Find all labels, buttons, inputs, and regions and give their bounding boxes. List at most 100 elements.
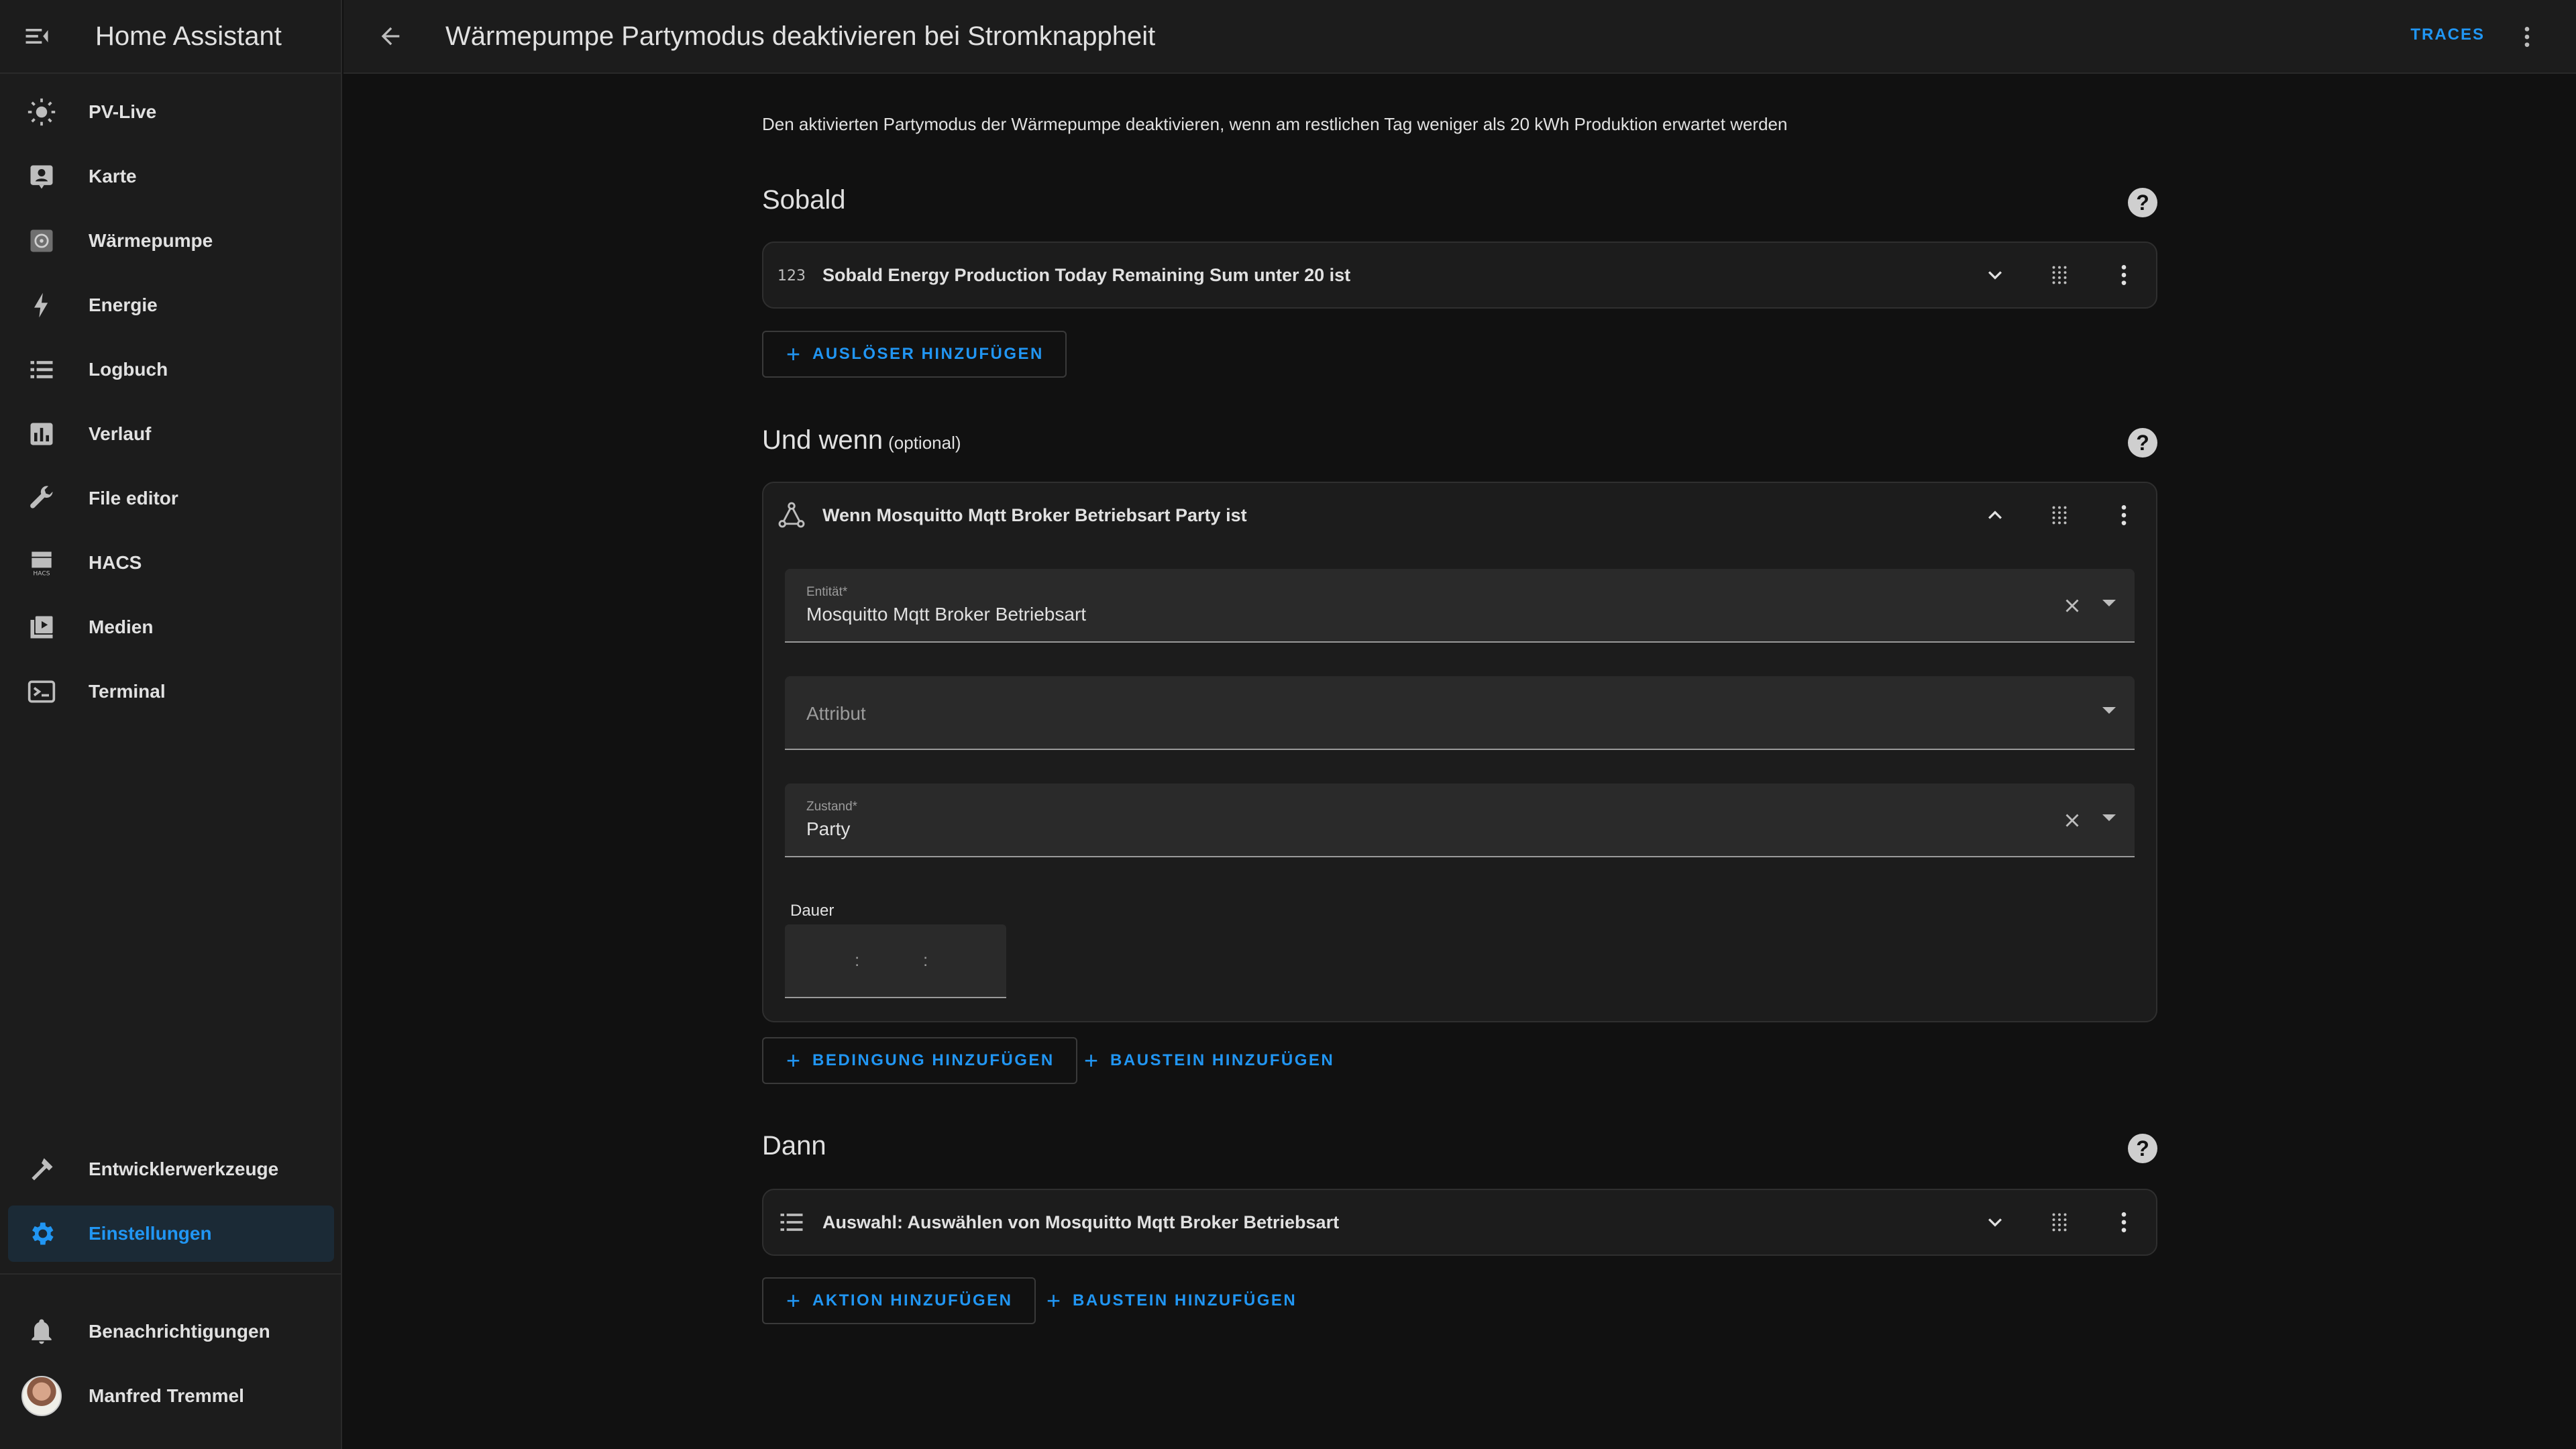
arrow-left-icon bbox=[381, 27, 400, 46]
sidebar-item-waermepumpe[interactable]: Wärmepumpe bbox=[8, 213, 334, 269]
wrench-icon bbox=[30, 486, 53, 508]
drag-handle[interactable] bbox=[2043, 1206, 2076, 1238]
section-title-actions: Dann bbox=[762, 1131, 826, 1161]
expand-button[interactable] bbox=[1979, 259, 2011, 291]
duration-label: Dauer bbox=[790, 902, 835, 920]
sidebar-item-verlauf[interactable]: Verlauf bbox=[8, 406, 334, 462]
sidebar-item-label: Entwicklerwerkzeuge bbox=[89, 1159, 279, 1179]
sidebar-item-label: Manfred Tremmel bbox=[89, 1385, 244, 1406]
drag-handle-icon bbox=[2052, 1213, 2067, 1232]
list-icon bbox=[30, 361, 53, 378]
chevron-down-icon bbox=[1988, 1218, 2002, 1227]
sidebar-item-file-editor[interactable]: File editor bbox=[8, 470, 334, 527]
overflow-menu-button[interactable] bbox=[2510, 20, 2544, 54]
top-app-bar: Wärmepumpe Partymodus deaktivieren bei S… bbox=[343, 0, 2576, 74]
add-action-button[interactable]: + AKTION HINZUFÜGEN bbox=[762, 1277, 1036, 1324]
card-menu-button[interactable] bbox=[2108, 259, 2140, 291]
numeric-icon: 123 bbox=[777, 268, 806, 284]
help-icon[interactable]: ? bbox=[2128, 188, 2157, 217]
entity-field-value: Mosquitto Mqtt Broker Betriebsart bbox=[806, 604, 1087, 625]
action-card[interactable]: Auswahl: Auswählen von Mosquitto Mqtt Br… bbox=[762, 1189, 2157, 1256]
sidebar-item-label: PV-Live bbox=[89, 101, 157, 122]
chevron-down-icon bbox=[1988, 271, 2002, 280]
dots-vertical-icon bbox=[2121, 505, 2127, 525]
sidebar-item-entwicklerwerkzeuge[interactable]: Entwicklerwerkzeuge bbox=[8, 1141, 334, 1197]
svg-text:HACS: HACS bbox=[33, 570, 50, 577]
automation-description: Den aktivierten Partymodus der Wärmepump… bbox=[762, 114, 1788, 134]
sidebar-divider bbox=[0, 1273, 342, 1275]
sidebar-item-label: Einstellungen bbox=[89, 1223, 212, 1244]
back-button[interactable] bbox=[343, 0, 437, 73]
add-condition-button[interactable]: + BEDINGUNG HINZUFÜGEN bbox=[762, 1037, 1077, 1084]
add-trigger-button[interactable]: + AUSLÖSER HINZUFÜGEN bbox=[762, 331, 1067, 378]
card-menu-button[interactable] bbox=[2108, 1206, 2140, 1238]
drag-handle[interactable] bbox=[2043, 259, 2076, 291]
trigger-card-title: Sobald Energy Production Today Remaining… bbox=[822, 264, 1351, 285]
sidebar-item-label: HACS bbox=[89, 552, 142, 573]
entity-field[interactable]: Entität* Mosquitto Mqtt Broker Betriebsa… bbox=[785, 569, 2135, 643]
attribute-field[interactable]: Attribut bbox=[785, 676, 2135, 750]
menu-collapse-icon bbox=[25, 29, 48, 44]
help-icon[interactable]: ? bbox=[2128, 1134, 2157, 1163]
sidebar-item-pv-live[interactable]: PV-Live bbox=[8, 84, 334, 140]
section-title-triggers: Sobald bbox=[762, 185, 846, 215]
hacs-icon: HACS bbox=[32, 551, 52, 577]
page-title: Wärmepumpe Partymodus deaktivieren bei S… bbox=[445, 21, 1156, 51]
sidebar-item-notifications[interactable]: Benachrichtigungen bbox=[8, 1303, 334, 1360]
state-field[interactable]: Zustand* Party bbox=[785, 784, 2135, 857]
collapse-button[interactable] bbox=[1979, 499, 2011, 531]
close-icon[interactable] bbox=[2061, 594, 2084, 617]
sidebar-item-einstellungen[interactable]: Einstellungen bbox=[8, 1205, 334, 1262]
trigger-card[interactable]: 123 Sobald Energy Production Today Remai… bbox=[762, 241, 2157, 309]
dots-vertical-icon bbox=[2121, 1212, 2127, 1232]
add-building-block-button[interactable]: + BAUSTEIN HINZUFÜGEN bbox=[1040, 1277, 1303, 1324]
format-list-icon bbox=[780, 1214, 803, 1231]
sidebar-item-label: Karte bbox=[89, 166, 137, 186]
menu-toggle-button[interactable] bbox=[0, 0, 74, 73]
drag-handle-icon bbox=[2052, 266, 2067, 284]
dropdown-arrow-icon[interactable] bbox=[2102, 600, 2116, 606]
sidebar-item-user[interactable]: Manfred Tremmel bbox=[8, 1368, 334, 1424]
drag-handle-icon bbox=[2052, 506, 2067, 525]
sidebar-item-medien[interactable]: Medien bbox=[8, 599, 334, 655]
dots-vertical-icon bbox=[2121, 265, 2127, 285]
traces-button[interactable]: TRACES bbox=[2410, 25, 2485, 44]
gear-icon bbox=[32, 1222, 54, 1245]
drag-handle[interactable] bbox=[2043, 499, 2076, 531]
sidebar-item-terminal[interactable]: Terminal bbox=[8, 663, 334, 720]
plus-icon: + bbox=[786, 1287, 801, 1314]
dropdown-arrow-icon[interactable] bbox=[2102, 707, 2116, 714]
sidebar-item-karte[interactable]: Karte bbox=[8, 148, 334, 205]
condition-card-header[interactable]: Wenn Mosquitto Mqtt Broker Betriebsart P… bbox=[763, 483, 2156, 547]
sidebar-item-logbuch[interactable]: Logbuch bbox=[8, 341, 334, 398]
sidebar-item-label: File editor bbox=[89, 488, 178, 508]
action-card-title: Auswahl: Auswählen von Mosquitto Mqtt Br… bbox=[822, 1212, 1340, 1232]
sidebar-item-hacs[interactable]: HACS HACS bbox=[8, 535, 334, 591]
add-building-block-button[interactable]: + BAUSTEIN HINZUFÜGEN bbox=[1077, 1037, 1341, 1084]
expand-button[interactable] bbox=[1979, 1206, 2011, 1238]
close-icon[interactable] bbox=[2061, 809, 2084, 832]
sidebar: Home Assistant PV-Live Karte Wärmepumpe … bbox=[0, 0, 342, 1449]
terminal-icon bbox=[28, 680, 56, 703]
chart-icon bbox=[30, 423, 53, 445]
help-icon[interactable]: ? bbox=[2128, 428, 2157, 458]
card-menu-button[interactable] bbox=[2108, 499, 2140, 531]
sidebar-item-energie[interactable]: Energie bbox=[8, 277, 334, 333]
dropdown-arrow-icon[interactable] bbox=[2102, 814, 2116, 821]
chevron-up-icon bbox=[1988, 511, 2002, 519]
bell-icon bbox=[32, 1319, 52, 1344]
duration-input[interactable]: : : bbox=[785, 924, 1006, 998]
app-title: Home Assistant bbox=[95, 21, 282, 51]
state-graph-icon bbox=[778, 502, 805, 528]
sidebar-item-label: Verlauf bbox=[89, 423, 152, 444]
sidebar-item-label: Energie bbox=[89, 294, 158, 315]
sidebar-item-label: Logbuch bbox=[89, 359, 168, 380]
sidebar-item-label: Terminal bbox=[89, 681, 166, 702]
condition-card-title: Wenn Mosquitto Mqtt Broker Betriebsart P… bbox=[822, 504, 1247, 525]
sun-icon bbox=[28, 98, 56, 126]
plus-icon: + bbox=[786, 1046, 801, 1074]
hammer-icon bbox=[32, 1158, 53, 1181]
plus-icon: + bbox=[1046, 1287, 1061, 1314]
heat-pump-icon bbox=[30, 229, 53, 252]
media-icon bbox=[30, 616, 53, 639]
